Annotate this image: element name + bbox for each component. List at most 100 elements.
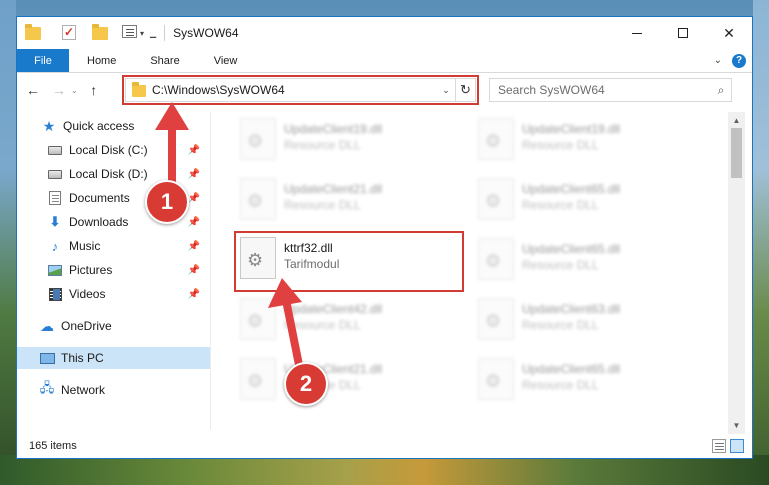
tab-view[interactable]: View <box>194 49 252 72</box>
address-dropdown-icon[interactable]: ⌄ <box>437 85 455 96</box>
dll-file-icon <box>478 358 514 400</box>
file-name: UpdateClient63.dll <box>522 302 621 316</box>
music-icon: ♪ <box>51 238 59 254</box>
file-name: UpdateClient65.dll <box>522 362 621 376</box>
file-name: UpdateClient42.dll <box>284 302 383 316</box>
maximize-button[interactable] <box>660 17 706 49</box>
properties-icon[interactable] <box>122 25 138 41</box>
download-icon: ⬇ <box>49 214 61 229</box>
scrollbar-thumb[interactable] <box>731 128 742 178</box>
file-item[interactable]: UpdateClient65.dll Resource DLL <box>474 354 700 406</box>
file-item[interactable]: UpdateClient19.dll Resource DLL <box>474 114 700 166</box>
pin-icon[interactable]: 📌 <box>188 169 200 180</box>
back-button[interactable]: ← <box>23 80 43 100</box>
file-type: Resource DLL <box>522 378 599 392</box>
tab-file[interactable]: File <box>17 49 69 72</box>
scroll-up-icon[interactable]: ▲ <box>728 112 745 129</box>
search-icon: ⌕ <box>717 82 725 97</box>
dll-file-icon <box>478 118 514 160</box>
file-item[interactable]: UpdateClient19.dll Resource DLL <box>236 114 462 166</box>
navigation-bar: ← → ⌄ ↑ C:\Windows\SysWOW64 ⌄ ↻ Search S… <box>17 74 752 106</box>
properties-check-icon[interactable]: ✓ <box>62 25 78 41</box>
sidebar-item-label: Quick access <box>63 119 135 133</box>
search-box[interactable]: Search SysWOW64 ⌕ <box>489 78 732 102</box>
address-text[interactable]: C:\Windows\SysWOW64 <box>152 83 437 97</box>
desktop-background-right <box>753 0 769 485</box>
sidebar-item-label: Videos <box>69 287 106 301</box>
pin-icon[interactable]: 📌 <box>188 265 200 276</box>
file-item[interactable]: UpdateClient42.dll Resource DLL <box>236 294 462 346</box>
annotation-step-2-badge: 2 <box>284 362 328 406</box>
up-arrow-icon: ↑ <box>90 82 98 98</box>
status-bar: 165 items <box>17 434 752 458</box>
star-icon: ★ <box>42 117 56 134</box>
pin-icon[interactable]: 📌 <box>188 193 200 204</box>
dll-file-icon <box>240 298 276 340</box>
sidebar-item-label: Local Disk (C:) <box>69 143 148 157</box>
sidebar-item-label: Documents <box>69 191 130 205</box>
address-bar[interactable]: C:\Windows\SysWOW64 ⌄ ↻ <box>122 75 479 105</box>
file-name: UpdateClient65.dll <box>522 242 621 256</box>
close-button[interactable]: ✕ <box>706 17 752 49</box>
file-item-kttrf32[interactable]: kttrf32.dll Tarifmodul <box>234 231 464 292</box>
forward-button[interactable]: → <box>49 80 69 100</box>
file-item[interactable]: UpdateClient65.dll Resource DLL <box>474 234 700 286</box>
document-icon <box>47 191 63 205</box>
large-icons-view-icon[interactable] <box>730 439 744 453</box>
sidebar-item-local-disk-d[interactable]: Local Disk (D:) 📌 <box>17 163 210 185</box>
dll-file-icon <box>240 358 276 400</box>
pin-icon[interactable]: 📌 <box>188 241 200 252</box>
pin-icon[interactable]: 📌 <box>188 289 200 300</box>
sidebar-item-this-pc[interactable]: This PC <box>17 347 210 369</box>
file-item[interactable]: UpdateClient21.dllResource DLL <box>236 354 462 406</box>
ribbon-tabs: File Home Share View ⌄ ? <box>17 49 752 73</box>
sidebar-item-videos[interactable]: Videos 📌 <box>17 283 210 305</box>
sidebar-item-local-disk-c[interactable]: Local Disk (C:) 📌 <box>17 139 210 161</box>
new-folder-icon[interactable] <box>92 24 108 41</box>
desktop-background-bottom <box>0 455 769 485</box>
pin-icon[interactable]: 📌 <box>188 217 200 228</box>
sidebar-item-onedrive[interactable]: ☁ OneDrive <box>17 315 210 337</box>
desktop-background-left <box>0 0 16 485</box>
file-item[interactable]: UpdateClient63.dll Resource DLL <box>474 294 700 346</box>
title-bar: ✓ ▾ ▁ SysWOW64 ✕ <box>17 17 752 49</box>
help-icon[interactable]: ? <box>732 53 746 68</box>
file-item[interactable]: UpdateClient21.dllResource DLL <box>236 174 462 226</box>
video-icon <box>47 287 63 301</box>
minimize-button[interactable] <box>614 17 660 49</box>
customize-toolbar-icon[interactable]: ▁ <box>150 29 156 38</box>
sidebar-item-label: Pictures <box>69 263 113 277</box>
details-view-icon[interactable] <box>712 439 726 453</box>
sidebar-item-pictures[interactable]: Pictures 📌 <box>17 259 210 281</box>
up-button[interactable]: ↑ <box>84 80 104 100</box>
tab-home[interactable]: Home <box>69 49 130 72</box>
expand-ribbon-icon[interactable]: ⌄ <box>714 55 722 66</box>
refresh-icon: ↻ <box>460 82 471 97</box>
sidebar-item-music[interactable]: ♪ Music 📌 <box>17 235 210 257</box>
sidebar-item-label: Local Disk (D:) <box>69 167 148 181</box>
sidebar-item-network[interactable]: 🖧 Network <box>17 379 210 401</box>
sidebar-item-quick-access[interactable]: ★ Quick access <box>17 115 210 137</box>
file-type: Resource DLL <box>522 258 599 272</box>
minimize-icon <box>632 32 642 34</box>
quick-access-dropdown-icon[interactable]: ▾ <box>140 29 144 38</box>
refresh-button[interactable]: ↻ <box>455 79 475 101</box>
scroll-down-icon[interactable]: ▼ <box>728 417 745 434</box>
dll-file-icon <box>240 118 276 160</box>
recent-locations-icon[interactable]: ⌄ <box>71 86 78 95</box>
file-type: Resource DLL <box>284 198 361 212</box>
sidebar-item-label: This PC <box>61 351 104 365</box>
drive-icon <box>47 167 63 181</box>
file-type: Resource DLL <box>522 318 599 332</box>
sidebar-item-label: Network <box>61 383 106 397</box>
file-item[interactable]: UpdateClient65.dll Resource DLL <box>474 174 700 226</box>
pin-icon[interactable]: 📌 <box>188 145 200 156</box>
picture-icon <box>47 263 63 277</box>
vertical-scrollbar[interactable]: ▲ ▼ <box>728 112 745 434</box>
file-name: UpdateClient19.dll <box>284 122 383 136</box>
dll-file-icon <box>478 178 514 220</box>
drive-icon <box>47 143 63 157</box>
search-input[interactable]: Search SysWOW64 <box>498 83 711 97</box>
tab-share[interactable]: Share <box>130 49 193 72</box>
file-name: UpdateClient19.dll <box>522 122 621 136</box>
